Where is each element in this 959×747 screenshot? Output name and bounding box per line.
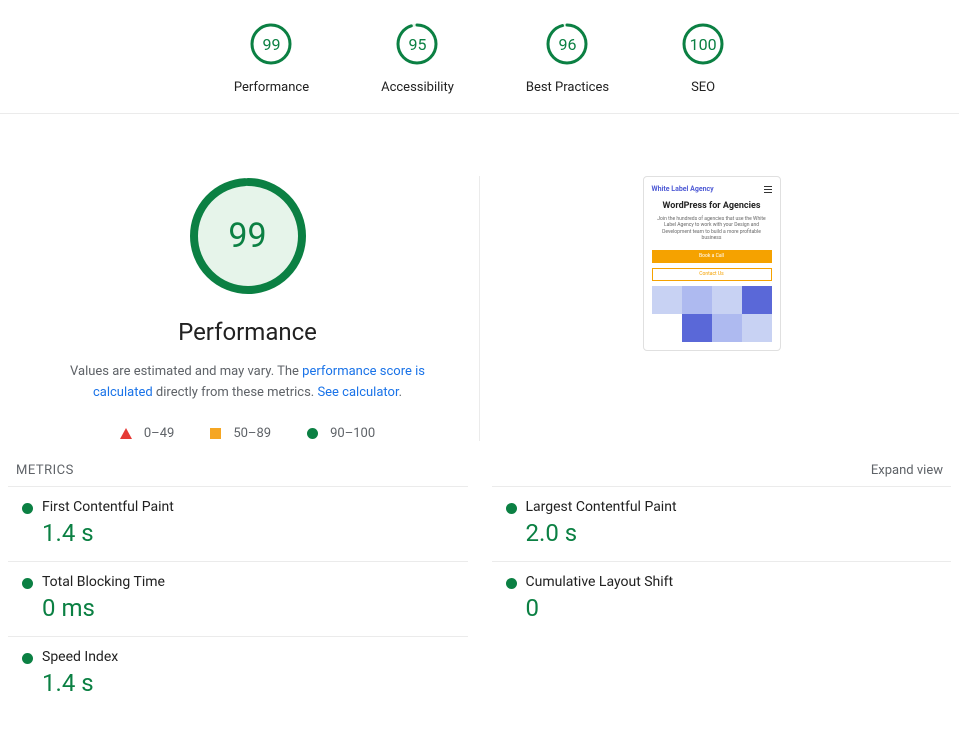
metric-cls[interactable]: Cumulative Layout Shift 0 — [492, 561, 952, 636]
metric-lcp-value: 2.0 s — [526, 519, 942, 547]
thumb-btn-book: Book a Call — [652, 250, 772, 263]
score-performance: 99 — [249, 22, 293, 66]
status-dot-icon — [22, 653, 33, 664]
desc-text-2: directly from these metrics. — [153, 385, 318, 400]
score-accessibility: 95 — [395, 22, 439, 66]
metric-lcp-label: Largest Contentful Paint — [526, 499, 942, 515]
triangle-icon — [120, 428, 132, 439]
label-performance: Performance — [234, 80, 309, 95]
thumb-subtitle: Join the hundreds of agencies that use t… — [652, 216, 772, 242]
summary-accessibility[interactable]: 95 Accessibility — [381, 22, 454, 95]
main-title: Performance — [178, 318, 317, 346]
score-seo: 100 — [681, 22, 725, 66]
label-accessibility: Accessibility — [381, 80, 454, 95]
metric-tbt-label: Total Blocking Time — [42, 574, 458, 590]
detail-right: White Label Agency WordPress for Agencie… — [480, 176, 943, 441]
metric-cls-label: Cumulative Layout Shift — [526, 574, 942, 590]
expand-view-button[interactable]: Expand view — [871, 463, 943, 478]
legend-avg-range: 50–89 — [233, 426, 271, 441]
metric-tbt[interactable]: Total Blocking Time 0 ms — [8, 561, 468, 636]
metric-fcp-value: 1.4 s — [42, 519, 458, 547]
gauge-performance: 99 — [249, 22, 293, 66]
metrics-grid: First Contentful Paint 1.4 s Largest Con… — [0, 486, 959, 711]
metric-tbt-value: 0 ms — [42, 594, 458, 622]
page-thumbnail: White Label Agency WordPress for Agencie… — [643, 176, 781, 351]
metric-lcp[interactable]: Largest Contentful Paint 2.0 s — [492, 486, 952, 561]
summary-performance[interactable]: 99 Performance — [234, 22, 309, 95]
score-best-practices: 96 — [545, 22, 589, 66]
status-dot-icon — [506, 503, 517, 514]
summary-best-practices[interactable]: 96 Best Practices — [526, 22, 609, 95]
metric-si[interactable]: Speed Index 1.4 s — [8, 636, 468, 711]
metrics-title: METRICS — [16, 463, 74, 478]
gauge-seo: 100 — [681, 22, 725, 66]
legend-avg: 50–89 — [210, 426, 271, 441]
gauge-accessibility: 95 — [395, 22, 439, 66]
metric-si-label: Speed Index — [42, 649, 458, 665]
thumb-logo: White Label Agency — [652, 185, 714, 193]
thumb-artwork — [652, 286, 772, 342]
thumb-title: WordPress for Agencies — [652, 201, 772, 212]
status-dot-icon — [506, 578, 517, 589]
legend-pass-range: 90–100 — [330, 426, 375, 441]
thumb-header: White Label Agency — [652, 185, 772, 193]
summary-row: 99 Performance 95 Accessibility 96 Best … — [0, 0, 959, 114]
metric-fcp-label: First Contentful Paint — [42, 499, 458, 515]
score-legend: 0–49 50–89 90–100 — [120, 426, 375, 441]
metric-si-value: 1.4 s — [42, 669, 458, 697]
hamburger-icon — [764, 186, 772, 193]
legend-pass: 90–100 — [307, 426, 375, 441]
detail-section: 99 Performance Values are estimated and … — [0, 114, 959, 441]
gauge-best-practices: 96 — [545, 22, 589, 66]
link-see-calculator[interactable]: See calculator — [317, 385, 398, 400]
circle-icon — [307, 428, 318, 439]
metrics-header: METRICS Expand view — [0, 441, 959, 486]
metric-cls-value: 0 — [526, 594, 942, 622]
square-icon — [210, 428, 221, 439]
metric-fcp[interactable]: First Contentful Paint 1.4 s — [8, 486, 468, 561]
score-main: 99 — [188, 176, 308, 296]
gauge-main: 99 — [188, 176, 308, 296]
legend-fail-range: 0–49 — [144, 426, 174, 441]
status-dot-icon — [22, 503, 33, 514]
desc-text-3: . — [399, 385, 402, 400]
label-seo: SEO — [691, 80, 715, 95]
detail-left: 99 Performance Values are estimated and … — [16, 176, 480, 441]
legend-fail: 0–49 — [120, 426, 174, 441]
main-description: Values are estimated and may vary. The p… — [48, 362, 448, 404]
status-dot-icon — [22, 578, 33, 589]
thumb-btn-contact: Contact Us — [652, 268, 772, 281]
desc-text-1: Values are estimated and may vary. The — [70, 364, 302, 379]
summary-seo[interactable]: 100 SEO — [681, 22, 725, 95]
label-best-practices: Best Practices — [526, 80, 609, 95]
